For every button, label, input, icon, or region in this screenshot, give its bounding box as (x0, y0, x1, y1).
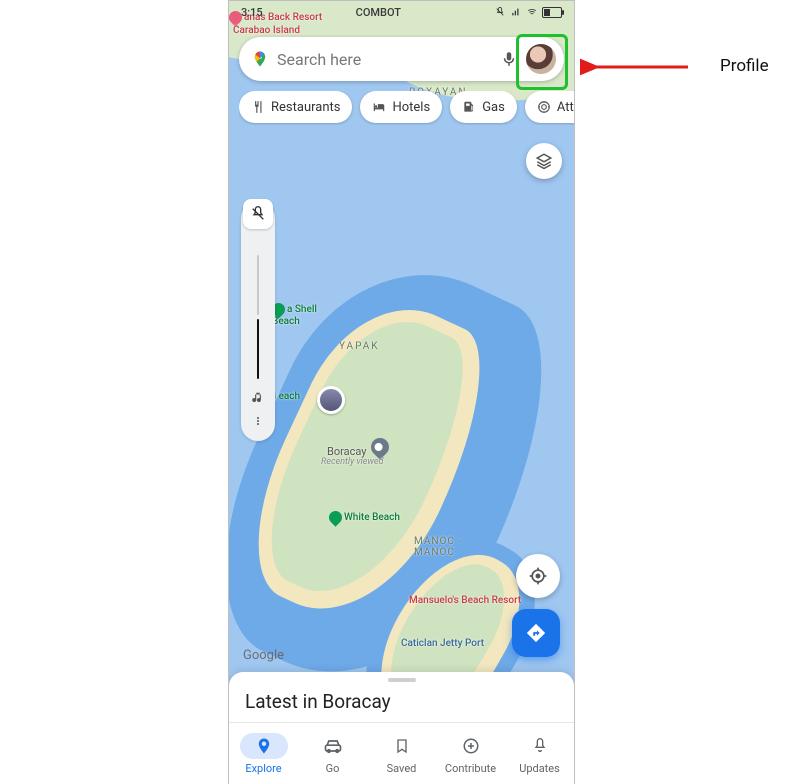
google-maps-logo-icon (251, 50, 269, 68)
annotation-arrow (580, 55, 690, 79)
more-options-icon[interactable] (252, 415, 264, 427)
map-poi-label[interactable]: Caticlan Jetty Port (401, 638, 484, 649)
map-poi-label[interactable]: a Shell Beach (272, 303, 317, 327)
layers-icon (535, 152, 553, 170)
annotation-label: Profile (720, 56, 769, 76)
directions-button[interactable] (512, 609, 560, 657)
sound-volume-control[interactable] (241, 201, 275, 441)
phone-frame: ROXAYAN anas Back Resort Carabao Island … (228, 0, 575, 784)
status-bar: 3:15 COMBOT (229, 1, 574, 23)
bell-icon (532, 737, 548, 755)
map-place-subtitle: Recently viewed (321, 457, 383, 467)
nav-go[interactable]: Go (298, 723, 367, 784)
wifi-icon (526, 7, 538, 17)
music-note-icon[interactable] (251, 391, 265, 405)
nav-label: Contribute (445, 762, 496, 775)
mute-button[interactable] (243, 199, 273, 229)
plus-circle-icon (462, 737, 480, 755)
nav-label: Go (326, 762, 340, 775)
battery-icon (542, 7, 562, 18)
chip-label: Restaurants (271, 100, 340, 115)
chip-restaurants[interactable]: Restaurants (239, 91, 352, 123)
chip-gas[interactable]: Gas (450, 91, 517, 123)
map-region-label: MANOC - MANOC (414, 536, 462, 558)
bottom-nav: Explore Go Saved Contribute Updates (229, 722, 574, 784)
search-bar[interactable]: Search here (239, 37, 564, 81)
map-poi-label[interactable]: White Beach (329, 511, 400, 524)
nav-label: Saved (387, 762, 417, 775)
car-icon (323, 736, 343, 756)
bookmark-icon (394, 737, 410, 755)
attraction-icon (537, 100, 551, 114)
my-location-button[interactable] (516, 554, 560, 598)
volume-slider-track[interactable] (257, 255, 259, 315)
search-placeholder[interactable]: Search here (277, 50, 492, 69)
map-layers-button[interactable] (526, 143, 562, 179)
map-viewed-place-marker[interactable] (317, 386, 345, 414)
signal-icon (510, 7, 522, 17)
mic-icon[interactable] (500, 50, 518, 68)
nav-explore[interactable]: Explore (229, 723, 298, 784)
bottom-sheet[interactable]: Latest in Boracay (229, 672, 574, 723)
map-poi-label[interactable]: Carabao Island (233, 25, 300, 36)
status-time: 3:15 (241, 6, 263, 19)
chip-hotels[interactable]: Hotels (360, 91, 442, 123)
chip-label: Hotels (392, 100, 430, 115)
category-chip-row[interactable]: Restaurants Hotels Gas Attrac (239, 91, 574, 125)
sheet-grab-handle[interactable] (388, 678, 416, 682)
sheet-title: Latest in Boracay (245, 690, 558, 713)
profile-avatar[interactable] (526, 44, 556, 74)
crosshair-icon (528, 566, 548, 586)
map-region-label: YAPAK (339, 341, 380, 352)
google-watermark: Google (243, 648, 284, 663)
chip-attractions[interactable]: Attrac (525, 91, 574, 123)
status-carrier: COMBOT (356, 6, 401, 19)
gas-icon (462, 100, 476, 114)
nav-label: Updates (519, 762, 560, 775)
restaurant-icon (251, 100, 265, 114)
map-poi-label[interactable]: Mansuelo's Beach Resort (409, 595, 521, 606)
bell-off-icon (250, 206, 266, 222)
nav-updates[interactable]: Updates (505, 723, 574, 784)
hotel-icon (372, 100, 386, 114)
directions-icon (525, 622, 547, 644)
pin-icon (255, 737, 273, 755)
nav-saved[interactable]: Saved (367, 723, 436, 784)
volume-slider-fill (257, 319, 259, 379)
chip-label: Attrac (557, 100, 574, 115)
nav-label: Explore (245, 762, 281, 775)
dnd-icon (494, 7, 506, 17)
chip-label: Gas (482, 100, 505, 115)
nav-contribute[interactable]: Contribute (436, 723, 505, 784)
